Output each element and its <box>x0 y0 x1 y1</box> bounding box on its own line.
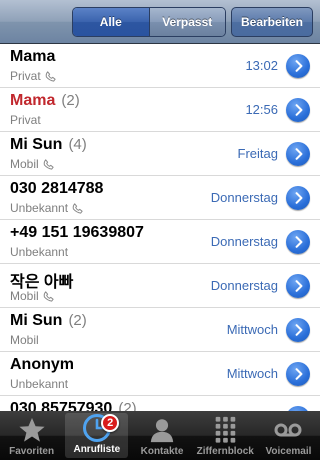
tab-voicemail[interactable]: Voicemail <box>257 411 320 460</box>
detail-disclosure-button[interactable] <box>286 98 310 122</box>
tab-label: Voicemail <box>265 446 312 457</box>
call-time: Donnerstag <box>210 278 278 293</box>
caller-name-text: Anonym <box>10 356 74 373</box>
tab-label: Ziffernblock <box>196 446 254 457</box>
call-row[interactable]: +49 151 19639807 Unbekannt Donnerstag <box>0 220 320 264</box>
caller-type: Mobil <box>10 333 39 347</box>
caller-type-label: Mobil <box>10 333 39 347</box>
caller-type-label: Mobil <box>10 157 39 171</box>
tab-label: Favoriten <box>9 446 55 457</box>
navigation-bar: Alle Verpasst Bearbeiten <box>0 0 320 44</box>
caller-type-label: Unbekannt <box>10 201 69 215</box>
call-time: Mittwoch <box>226 366 278 381</box>
chevron-right-icon <box>295 280 303 292</box>
caller-name: Mama <box>10 48 61 66</box>
tab-label: Anrufliste <box>73 444 121 455</box>
tab-clock[interactable]: 2 Anrufliste <box>65 413 129 458</box>
caller-name-text: 030 85757930 <box>10 400 113 411</box>
detail-disclosure-button[interactable] <box>286 186 310 210</box>
tab-star[interactable]: Favoriten <box>0 411 63 460</box>
tab-label: Kontakte <box>140 446 184 457</box>
missed-calls-badge: 2 <box>101 414 120 432</box>
segment-missed[interactable]: Verpasst <box>148 8 225 36</box>
call-time: Donnerstag <box>210 234 278 249</box>
call-row[interactable]: Mi Sun (2) Mobil Mittwoch <box>0 308 320 352</box>
caller-name: Mama (2) <box>10 92 80 110</box>
caller-name: +49 151 19639807 <box>10 224 150 242</box>
outgoing-call-icon <box>43 290 54 302</box>
caller-name: 030 85757930 (2) <box>10 400 137 411</box>
chevron-right-icon <box>295 192 303 204</box>
call-filter-segmented-control: Alle Verpasst <box>72 7 226 37</box>
tab-contact[interactable]: Kontakte <box>130 411 193 460</box>
call-row[interactable]: 030 2814788 Unbekannt Donnerstag <box>0 176 320 220</box>
tab-bar: Favoriten 2 Anrufliste Kontakte Ziffernblock… <box>0 411 320 460</box>
caller-type: Privat <box>10 69 56 83</box>
edit-button[interactable]: Bearbeiten <box>231 7 313 37</box>
caller-type-label: Unbekannt <box>10 245 69 259</box>
detail-disclosure-button[interactable] <box>286 362 310 386</box>
star-icon <box>17 415 47 445</box>
caller-type: Unbekannt <box>10 201 83 215</box>
caller-type: Unbekannt <box>10 377 68 391</box>
caller-type: Unbekannt <box>10 245 68 259</box>
caller-type: Mobil <box>10 157 54 171</box>
voicemail-icon <box>273 415 303 445</box>
chevron-right-icon <box>295 148 303 160</box>
caller-name-text: Mi Sun <box>10 312 63 329</box>
call-row[interactable]: 030 85757930 (2) <box>0 396 320 411</box>
call-time: 13:02 <box>245 58 278 73</box>
call-row[interactable]: 작은 아빠 Mobil Donnerstag <box>0 264 320 308</box>
segment-all[interactable]: Alle <box>73 8 149 36</box>
caller-name: Anonym <box>10 356 80 374</box>
call-time: Freitag <box>237 146 278 161</box>
chevron-right-icon <box>295 368 303 380</box>
caller-type-label: Mobil <box>10 289 39 303</box>
call-row[interactable]: Mi Sun (4) Mobil Freitag <box>0 132 320 176</box>
caller-name: 030 2814788 <box>10 180 109 198</box>
caller-name-text: Mama <box>10 92 56 109</box>
outgoing-call-icon <box>43 158 54 170</box>
call-count: (2) <box>118 400 137 411</box>
caller-type-label: Unbekannt <box>10 377 69 391</box>
contact-icon <box>147 415 177 445</box>
caller-name-text: Mama <box>10 48 56 65</box>
caller-type: Privat <box>10 113 41 127</box>
caller-type-label: Privat <box>10 69 41 83</box>
keypad-icon <box>210 415 240 445</box>
caller-type: Mobil <box>10 289 54 303</box>
call-time: 12:56 <box>245 102 278 117</box>
tab-keypad[interactable]: Ziffernblock <box>194 411 257 460</box>
caller-name: Mi Sun (4) <box>10 136 87 154</box>
call-count: (4) <box>68 136 87 153</box>
recent-calls-list: Mama Privat 13:02 Mama (2) Privat 12:56 Mi Sun (… <box>0 44 320 411</box>
chevron-right-icon <box>295 60 303 72</box>
call-row[interactable]: Mama Privat 13:02 <box>0 44 320 88</box>
call-count: (2) <box>68 312 87 329</box>
caller-name: Mi Sun (2) <box>10 312 87 330</box>
caller-name-text: 030 2814788 <box>10 180 104 197</box>
chevron-right-icon <box>295 324 303 336</box>
caller-name-text: +49 151 19639807 <box>10 224 144 241</box>
call-time: Donnerstag <box>210 190 278 205</box>
chevron-right-icon <box>295 236 303 248</box>
detail-disclosure-button[interactable] <box>286 274 310 298</box>
detail-disclosure-button[interactable] <box>286 230 310 254</box>
caller-name-text: Mi Sun <box>10 136 63 153</box>
chevron-right-icon <box>295 104 303 116</box>
caller-type-label: Privat <box>10 113 41 127</box>
call-row[interactable]: Anonym Unbekannt Mittwoch <box>0 352 320 396</box>
detail-disclosure-button[interactable] <box>286 142 310 166</box>
call-count: (2) <box>61 92 80 109</box>
outgoing-call-icon <box>45 70 56 82</box>
detail-disclosure-button[interactable] <box>286 54 310 78</box>
outgoing-call-icon <box>72 202 83 214</box>
call-row[interactable]: Mama (2) Privat 12:56 <box>0 88 320 132</box>
detail-disclosure-button[interactable] <box>286 318 310 342</box>
call-time: Mittwoch <box>226 322 278 337</box>
